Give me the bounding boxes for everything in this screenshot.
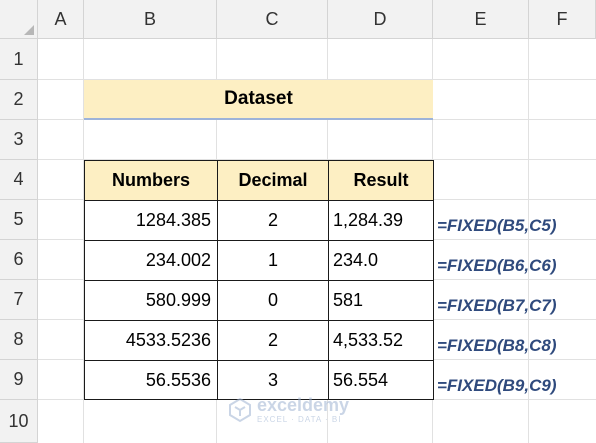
column-header-d[interactable]: D	[328, 0, 433, 39]
row-header-2[interactable]: 2	[0, 80, 38, 120]
header-numbers[interactable]: Numbers	[84, 160, 218, 201]
row-header-9[interactable]: 9	[0, 360, 38, 400]
row-header-1[interactable]: 1	[0, 39, 38, 80]
cell-result[interactable]: 1,284.39	[328, 200, 434, 241]
column-header-f[interactable]: F	[529, 0, 596, 39]
cell-result[interactable]: 581	[328, 280, 434, 321]
exceldemy-watermark: exceldemy EXCEL · DATA · BI	[227, 396, 349, 424]
header-decimal[interactable]: Decimal	[217, 160, 329, 201]
cell-decimal[interactable]: 1	[217, 240, 329, 281]
cell-number[interactable]: 234.002	[84, 240, 218, 281]
header-result[interactable]: Result	[328, 160, 434, 201]
cell-decimal[interactable]: 2	[217, 200, 329, 241]
cell-number[interactable]: 56.5536	[84, 360, 218, 400]
formula-annotation: =FIXED(B5,C5)	[437, 216, 557, 235]
column-header-a[interactable]: A	[38, 0, 84, 39]
cell-result[interactable]: 56.554	[328, 360, 434, 400]
row-header-4[interactable]: 4	[0, 160, 38, 200]
column-header-c[interactable]: C	[217, 0, 328, 39]
cell-number[interactable]: 4533.5236	[84, 320, 218, 361]
row-header-3[interactable]: 3	[0, 120, 38, 160]
cell-decimal[interactable]: 0	[217, 280, 329, 321]
cell-number[interactable]: 580.999	[84, 280, 218, 321]
dataset-title[interactable]: Dataset	[84, 80, 433, 120]
cell-decimal[interactable]: 2	[217, 320, 329, 361]
formula-annotation: =FIXED(B6,C6)	[437, 256, 557, 275]
formula-annotation: =FIXED(B8,C8)	[437, 336, 557, 355]
row-header-8[interactable]: 8	[0, 320, 38, 360]
cell-result[interactable]: 4,533.52	[328, 320, 434, 361]
column-header-b[interactable]: B	[84, 0, 217, 39]
watermark-brand: exceldemy	[257, 395, 350, 415]
row-header-5[interactable]: 5	[0, 200, 38, 240]
row-header-10[interactable]: 10	[0, 400, 38, 443]
exceldemy-logo-icon	[229, 397, 251, 423]
select-all-corner[interactable]	[0, 0, 38, 39]
row-header-6[interactable]: 6	[0, 240, 38, 280]
formula-annotation: =FIXED(B7,C7)	[437, 296, 557, 315]
watermark-tagline: EXCEL · DATA · BI	[257, 415, 342, 424]
column-header-e[interactable]: E	[433, 0, 529, 39]
select-all-triangle-icon	[24, 25, 34, 35]
spreadsheet: A B C D E F 1 2 3 4 5 6 7 8 9 10 Dataset…	[0, 0, 596, 443]
cell-number[interactable]: 1284.385	[84, 200, 218, 241]
formula-annotation: =FIXED(B9,C9)	[437, 376, 557, 395]
cell-decimal[interactable]: 3	[217, 360, 329, 400]
row-header-7[interactable]: 7	[0, 280, 38, 320]
cell-result[interactable]: 234.0	[328, 240, 434, 281]
